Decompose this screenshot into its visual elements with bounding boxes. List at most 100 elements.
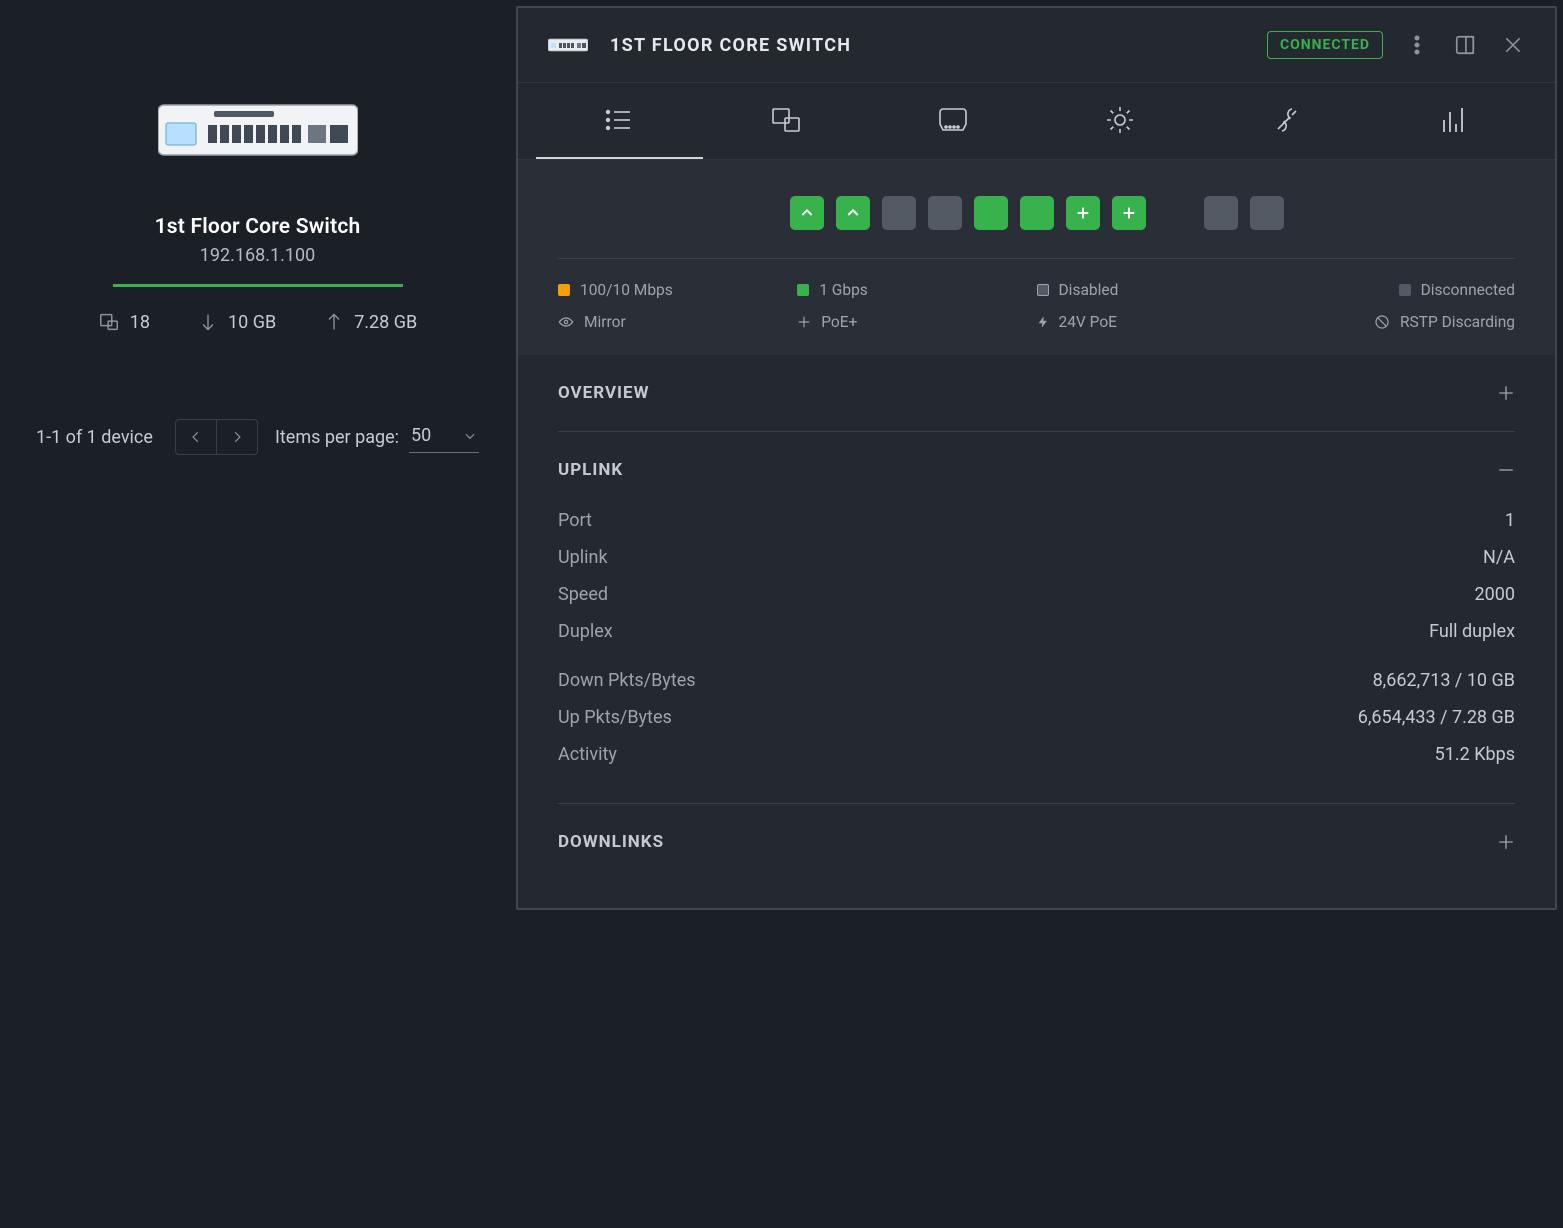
kv-value: 8,662,713 / 10 GB bbox=[1373, 670, 1515, 691]
device-mini-image bbox=[548, 37, 588, 53]
status-pill: CONNECTED bbox=[1267, 31, 1383, 59]
kv-row: Uplink N/A bbox=[558, 539, 1515, 576]
kv-key: Uplink bbox=[558, 547, 608, 568]
stat-clients: 18 bbox=[98, 311, 150, 333]
close-icon bbox=[1503, 35, 1523, 55]
section-overview-title: OVERVIEW bbox=[558, 383, 649, 403]
port-6[interactable] bbox=[1020, 196, 1054, 230]
kv-value: N/A bbox=[1483, 547, 1515, 568]
tab-details[interactable] bbox=[536, 83, 703, 159]
legend-24vpoe: 24V PoE bbox=[1037, 313, 1276, 331]
chevron-right-icon bbox=[230, 429, 244, 445]
kv-key: Port bbox=[558, 510, 592, 531]
plus-icon bbox=[1075, 205, 1091, 221]
section-uplink-title: UPLINK bbox=[558, 460, 623, 480]
port-10[interactable] bbox=[1204, 196, 1238, 230]
device-card[interactable]: 1st Floor Core Switch 192.168.1.100 18 1… bbox=[36, 65, 479, 333]
device-status-bar bbox=[113, 284, 403, 287]
panel-title: 1ST FLOOR CORE SWITCH bbox=[610, 35, 851, 56]
port-8[interactable] bbox=[1112, 196, 1146, 230]
left-area: 1st Floor Core Switch 192.168.1.100 18 1… bbox=[0, 0, 515, 1228]
port-7[interactable] bbox=[1066, 196, 1100, 230]
legend-disconnected: Disconnected bbox=[1276, 281, 1515, 299]
port-3[interactable] bbox=[882, 196, 916, 230]
minus-icon bbox=[1497, 461, 1515, 479]
port-2[interactable] bbox=[836, 196, 870, 230]
pager-buttons bbox=[175, 419, 258, 455]
port-4[interactable] bbox=[928, 196, 962, 230]
arrow-up-icon bbox=[324, 311, 344, 333]
tab-clients[interactable] bbox=[703, 83, 870, 159]
plus-icon bbox=[1497, 833, 1515, 851]
eye-icon bbox=[558, 316, 574, 328]
chevron-left-icon bbox=[189, 429, 203, 445]
kebab-icon bbox=[1414, 35, 1420, 55]
stat-up: 7.28 GB bbox=[324, 311, 417, 333]
section-uplink-header[interactable]: UPLINK bbox=[558, 432, 1515, 508]
items-per-page-select[interactable]: 50 bbox=[409, 421, 479, 453]
tools-icon bbox=[1272, 105, 1302, 135]
tab-ports[interactable] bbox=[870, 83, 1037, 159]
page-prev-button[interactable] bbox=[175, 419, 217, 455]
stats-icon bbox=[1441, 106, 1467, 134]
device-name: 1st Floor Core Switch bbox=[155, 215, 361, 239]
section-overview: OVERVIEW bbox=[558, 355, 1515, 432]
legend-1g: 1 Gbps bbox=[797, 281, 1036, 299]
kv-value: Full duplex bbox=[1429, 621, 1515, 642]
plus-icon bbox=[1497, 384, 1515, 402]
kv-value: 6,654,433 / 7.28 GB bbox=[1358, 707, 1515, 728]
more-menu-button[interactable] bbox=[1403, 31, 1431, 59]
tab-config[interactable] bbox=[1036, 83, 1203, 159]
ipp-value: 50 bbox=[411, 425, 431, 446]
stat-down: 10 GB bbox=[198, 311, 276, 333]
section-uplink: UPLINK Port 1 Uplink N/A Speed 2000 Duplex Full… bbox=[558, 432, 1515, 804]
switch-image bbox=[158, 95, 358, 165]
kv-value: 2000 bbox=[1475, 584, 1515, 605]
device-stats: 18 10 GB 7.28 GB bbox=[98, 311, 417, 333]
kv-row: Activity 51.2 Kbps bbox=[558, 736, 1515, 773]
kv-key: Down Pkts/Bytes bbox=[558, 670, 696, 691]
kv-row: Port 1 bbox=[558, 502, 1515, 539]
tab-stats[interactable] bbox=[1370, 83, 1537, 159]
legend-rstp: RSTP Discarding bbox=[1276, 313, 1515, 331]
ports-icon bbox=[937, 106, 969, 134]
arrow-down-icon bbox=[198, 311, 218, 333]
kv-key: Activity bbox=[558, 744, 617, 765]
dock-button[interactable] bbox=[1451, 31, 1479, 59]
ports-row bbox=[558, 196, 1515, 259]
section-downlinks: DOWNLINKS bbox=[558, 804, 1515, 880]
clients-icon bbox=[98, 311, 120, 333]
kv-key: Up Pkts/Bytes bbox=[558, 707, 672, 728]
plus-icon bbox=[1121, 205, 1137, 221]
stat-down-value: 10 GB bbox=[228, 312, 276, 333]
sections: OVERVIEW UPLINK Port 1 Uplink N/A Speed 2000 D… bbox=[518, 355, 1555, 908]
port-11[interactable] bbox=[1250, 196, 1284, 230]
close-button[interactable] bbox=[1499, 31, 1527, 59]
ports-legend: 100/10 Mbps 1 Gbps Disabled Disconnected… bbox=[558, 281, 1515, 331]
pagination-row: 1-1 of 1 device Items per page: 50 bbox=[36, 419, 479, 455]
kv-key: Duplex bbox=[558, 621, 613, 642]
details-panel: 1ST FLOOR CORE SWITCH CONNECTED bbox=[516, 6, 1557, 910]
device-ip: 192.168.1.100 bbox=[200, 245, 315, 266]
section-overview-header[interactable]: OVERVIEW bbox=[558, 355, 1515, 431]
port-gap bbox=[1158, 196, 1192, 230]
chevron-up-icon bbox=[799, 205, 815, 221]
gear-icon bbox=[1105, 105, 1135, 135]
kv-key: Speed bbox=[558, 584, 608, 605]
kv-row: Down Pkts/Bytes 8,662,713 / 10 GB bbox=[558, 662, 1515, 699]
panel-header: 1ST FLOOR CORE SWITCH CONNECTED bbox=[518, 8, 1555, 82]
legend-poeplus: PoE+ bbox=[797, 313, 1036, 331]
legend-mirror: Mirror bbox=[558, 313, 797, 331]
section-downlinks-header[interactable]: DOWNLINKS bbox=[558, 804, 1515, 880]
tab-tools[interactable] bbox=[1203, 83, 1370, 159]
clients-icon bbox=[771, 106, 801, 134]
ipp-label: Items per page: bbox=[275, 427, 399, 448]
legend-100-10: 100/10 Mbps bbox=[558, 281, 797, 299]
port-5[interactable] bbox=[974, 196, 1008, 230]
list-icon bbox=[604, 107, 634, 133]
kv-value: 1 bbox=[1505, 510, 1515, 531]
kv-value: 51.2 Kbps bbox=[1435, 744, 1515, 765]
port-1[interactable] bbox=[790, 196, 824, 230]
kv-row: Speed 2000 bbox=[558, 576, 1515, 613]
page-next-button[interactable] bbox=[216, 419, 258, 455]
